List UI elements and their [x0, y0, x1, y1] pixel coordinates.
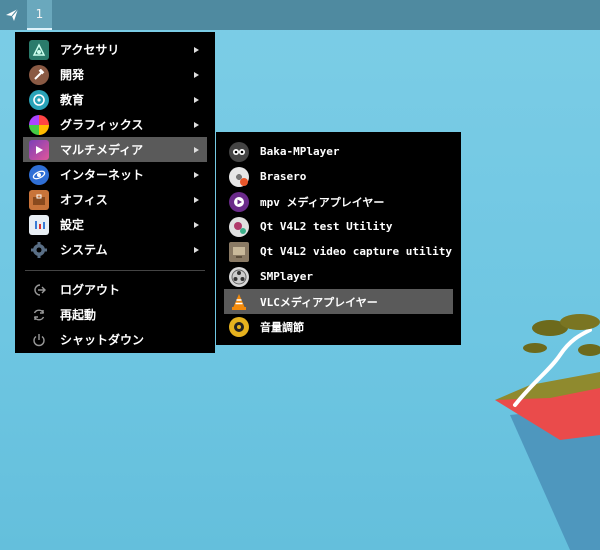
- settings-icon: [29, 214, 49, 235]
- education-icon: [29, 89, 49, 110]
- menu-item-graphics[interactable]: グラフィックス: [23, 112, 207, 137]
- vlc-cone-icon: [229, 292, 249, 312]
- app-menu-button[interactable]: [0, 0, 24, 30]
- submenu-arrow-icon: [194, 246, 199, 253]
- submenu-arrow-icon: [194, 71, 199, 78]
- wallpaper-island-decoration: [495, 314, 600, 550]
- development-icon: [29, 64, 49, 85]
- graphics-icon: [29, 114, 49, 135]
- menu-item-smplayer[interactable]: SMPlayer: [224, 264, 453, 289]
- submenu-arrow-icon: [194, 46, 199, 53]
- menu-separator: [25, 270, 205, 271]
- restart-icon: [29, 305, 49, 325]
- menu-item-shutdown[interactable]: シャットダウン: [23, 327, 207, 352]
- menu-item-multimedia[interactable]: マルチメディア: [23, 137, 207, 162]
- menu-item-settings[interactable]: 設定: [23, 212, 207, 237]
- menu-item-education[interactable]: 教育: [23, 87, 207, 112]
- submenu-arrow-icon: [194, 96, 199, 103]
- application-menu: アクセサリ 開発 教育 グラフィックス マルチメディア インターネット オフィス…: [15, 32, 215, 353]
- system-icon: [29, 240, 49, 260]
- menu-item-qt-v4l2-test[interactable]: Qt V4L2 test Utility: [224, 214, 453, 239]
- mpv-icon: [229, 191, 249, 212]
- submenu-arrow-icon: [194, 146, 199, 153]
- menu-item-restart[interactable]: 再起動: [23, 302, 207, 327]
- paper-plane-icon: [6, 8, 19, 21]
- volume-control-icon: [229, 316, 249, 337]
- workspace-button-1[interactable]: 1: [27, 0, 52, 30]
- menu-item-baka-mplayer[interactable]: Baka-MPlayer: [224, 139, 453, 164]
- workspace-number: 1: [35, 7, 44, 21]
- menu-item-volume-control[interactable]: 音量調節: [224, 314, 453, 339]
- menu-item-system[interactable]: システム: [23, 237, 207, 262]
- menu-item-office[interactable]: オフィス: [23, 187, 207, 212]
- menu-item-logout[interactable]: ログアウト: [23, 277, 207, 302]
- office-icon: [29, 189, 49, 210]
- submenu-arrow-icon: [194, 196, 199, 203]
- multimedia-submenu: Baka-MPlayer Brasero mpv メディアプレイヤー Qt V4…: [216, 132, 461, 345]
- submenu-arrow-icon: [194, 121, 199, 128]
- baka-mplayer-icon: [229, 141, 249, 162]
- smplayer-icon: [229, 266, 249, 287]
- menu-item-qt-v4l2-capture[interactable]: Qt V4L2 video capture utility: [224, 239, 453, 264]
- qv4l2-icon: [229, 216, 249, 237]
- menu-item-vlc[interactable]: VLCメディアプレイヤー: [224, 289, 453, 314]
- power-icon: [29, 330, 49, 350]
- menu-item-brasero[interactable]: Brasero: [224, 164, 453, 189]
- submenu-arrow-icon: [194, 171, 199, 178]
- logout-icon: [29, 280, 49, 300]
- submenu-arrow-icon: [194, 221, 199, 228]
- multimedia-icon: [29, 139, 49, 160]
- qvidcap-icon: [229, 241, 249, 262]
- menu-item-accessories[interactable]: アクセサリ: [23, 37, 207, 62]
- menu-item-internet[interactable]: インターネット: [23, 162, 207, 187]
- top-panel: 1: [0, 0, 600, 30]
- internet-icon: [29, 164, 49, 185]
- brasero-icon: [229, 166, 249, 187]
- menu-item-mpv[interactable]: mpv メディアプレイヤー: [224, 189, 453, 214]
- menu-item-development[interactable]: 開発: [23, 62, 207, 87]
- accessories-icon: [29, 39, 49, 60]
